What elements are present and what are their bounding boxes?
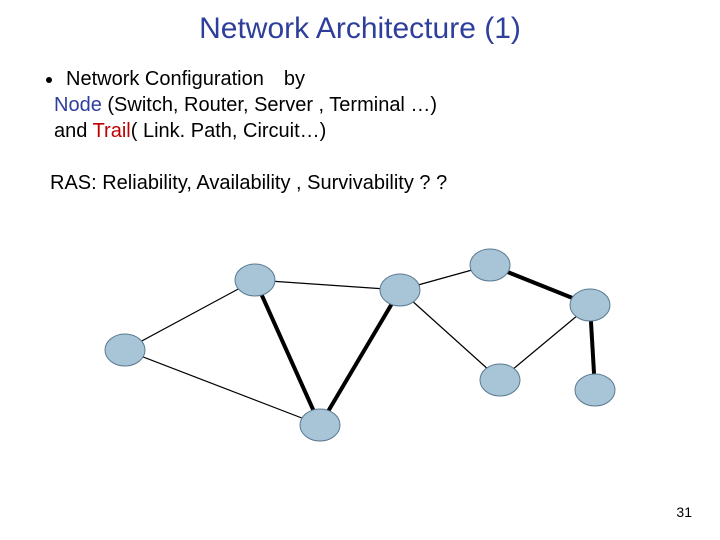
- graph-edge: [125, 280, 255, 350]
- graph-node: [570, 289, 610, 321]
- graph-node: [235, 264, 275, 296]
- graph-edge: [320, 290, 400, 425]
- trail-rest: ( Link. Path, Circuit…): [131, 120, 327, 142]
- graph-node: [300, 409, 340, 441]
- page-number: 31: [676, 504, 692, 520]
- graph-node: [470, 249, 510, 281]
- slide: Network Architecture (1) Network Configu…: [0, 0, 720, 540]
- network-graph: [60, 220, 660, 480]
- graph-edge: [255, 280, 400, 290]
- ras-line: RAS: Reliability, Availability , Surviva…: [50, 172, 447, 195]
- trail-keyword: Trail: [93, 120, 131, 142]
- bullet-dot-icon: [46, 77, 52, 83]
- trail-pre: and: [54, 120, 93, 142]
- graph-node: [380, 274, 420, 306]
- graph-edges: [125, 265, 595, 425]
- bullet-line-1: Network Configuration by: [46, 68, 305, 91]
- graph-node: [480, 364, 520, 396]
- graph-nodes: [105, 249, 615, 441]
- slide-title: Network Architecture (1): [0, 12, 720, 46]
- line-node: Node (Switch, Router, Server , Terminal …: [54, 94, 437, 117]
- graph-node: [575, 374, 615, 406]
- graph-edge: [400, 290, 500, 380]
- graph-node: [105, 334, 145, 366]
- node-keyword: Node: [54, 94, 102, 116]
- bullet-text-1: Network Configuration by: [66, 68, 305, 91]
- node-rest: (Switch, Router, Server , Terminal …): [102, 94, 437, 116]
- line-trail: and Trail( Link. Path, Circuit…): [54, 120, 326, 143]
